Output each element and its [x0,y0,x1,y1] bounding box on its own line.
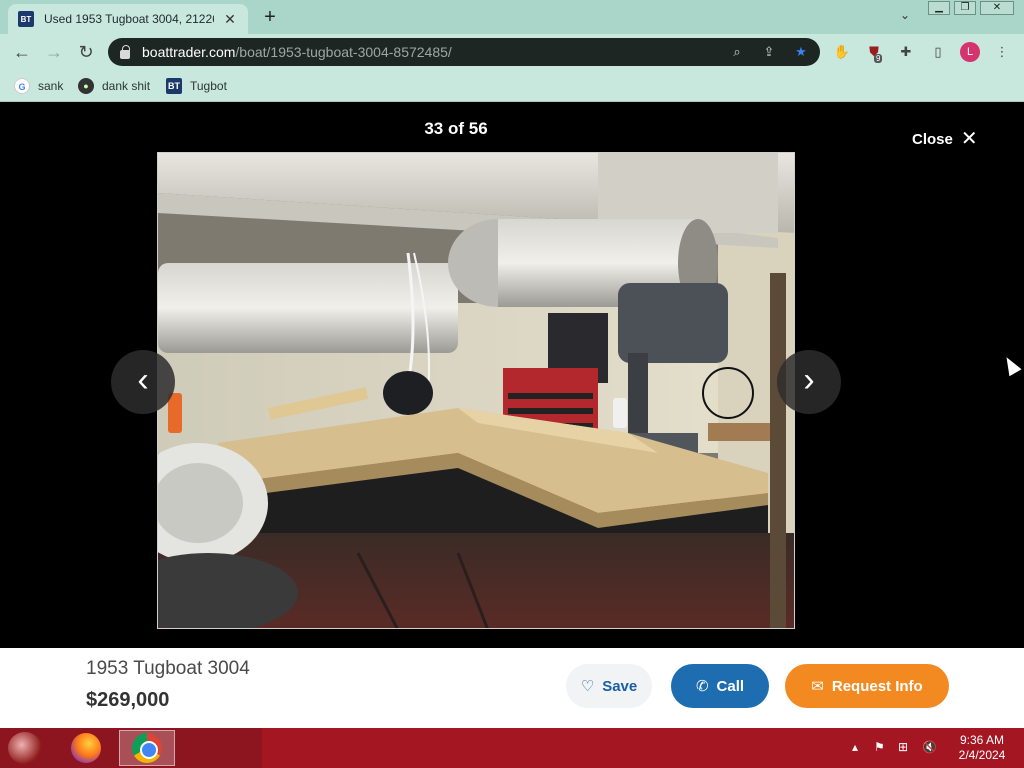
envelope-icon: ✉ [811,678,824,695]
extension-icon[interactable]: ✋ [832,42,852,62]
clock-date: 2/4/2024 [958,748,1006,762]
bookmark-star-icon[interactable]: ★ [792,43,810,61]
reload-button[interactable]: ↻ [74,40,98,64]
forward-button[interactable]: → [42,40,66,64]
volume-muted-icon[interactable]: 🔇 [922,740,937,754]
lock-icon[interactable] [120,44,130,59]
back-button[interactable]: ← [10,40,34,64]
bt-icon: BT [166,78,182,94]
phone-icon: ✆ [695,678,709,695]
tab-search-chevron-icon[interactable]: ⌄ [896,8,914,26]
windows-taskbar: ▴ ⚑ ⊞ 🔇 9:36 AM 2/4/2024 [0,728,1024,768]
previous-photo-button[interactable]: ‹ [111,350,175,414]
profile-avatar[interactable]: L [960,42,980,62]
workshop-photo-illustration [158,153,794,628]
call-button[interactable]: ✆ Call [671,664,769,708]
bookmark-tugbot[interactable]: BT Tugbot [166,76,227,96]
chrome-icon [132,733,162,763]
minimize-button[interactable]: ▁ [928,1,950,15]
restore-button[interactable]: ❐ [954,1,976,15]
google-icon: G [14,78,30,94]
taskbar-clock[interactable]: 9:36 AM 2/4/2024 [948,733,1016,763]
request-info-button[interactable]: ✉ Request Info [785,664,949,708]
gallery-close-button[interactable]: Close ✕ [912,128,978,150]
firefox-icon [71,733,101,763]
heart-icon: ♡ [580,678,595,695]
url-text: boattrader.com/boat/1953-tugboat-3004-85… [142,44,452,60]
address-bar[interactable]: boattrader.com/boat/1953-tugboat-3004-85… [108,38,820,66]
tray-expand-icon[interactable]: ▴ [852,740,858,754]
new-tab-button[interactable]: + [258,6,282,28]
boattrader-favicon-icon: BT [18,11,34,27]
tab-title: Used 1953 Tugboat 3004, 21226 [44,12,214,26]
mouse-cursor-icon [1000,353,1022,377]
share-icon[interactable]: ⇪ [760,43,778,61]
browser-tab[interactable]: BT Used 1953 Tugboat 3004, 21226 ✕ [8,4,248,34]
tab-close-icon[interactable]: ✕ [222,11,238,28]
bookmarks-bar: G sank ● dank shit BT Tugbot [0,70,1024,102]
boat-price: $269,000 [86,689,170,711]
start-button[interactable] [8,732,42,764]
close-icon: ✕ [960,128,978,150]
photo-gallery-overlay: 33 of 56 Close ✕ ‹ › [0,102,1024,648]
bookmark-sank[interactable]: G sank [14,76,63,96]
extension-badge: 9 [874,54,883,63]
browser-toolbar: ← → ↻ boattrader.com/boat/1953-tugboat-3… [0,34,1024,70]
dank-icon: ● [78,78,94,94]
boat-title: 1953 Tugboat 3004 [86,658,250,679]
clock-time: 9:36 AM [959,733,1005,747]
browser-titlebar: BT Used 1953 Tugboat 3004, 21226 ✕ + ⌄ ▁… [0,0,1024,34]
next-photo-button[interactable]: › [777,350,841,414]
gallery-photo [157,152,795,629]
network-icon[interactable]: ⊞ [898,740,908,754]
side-panel-icon[interactable]: ▯ [928,42,948,62]
puzzle-extensions-icon[interactable]: ✚ [896,42,916,62]
photo-counter: 33 of 56 [424,119,488,138]
save-button[interactable]: ♡ Save [566,664,652,708]
action-center-flag-icon[interactable]: ⚑ [874,740,885,754]
taskbar-firefox[interactable] [58,730,114,766]
menu-kebab-icon[interactable]: ⋮ [992,42,1012,62]
listing-bar: 1953 Tugboat 3004 $269,000 ♡ Save ✆ Call… [0,648,1024,728]
search-icon[interactable]: ⌕ [728,43,746,61]
bookmark-dank[interactable]: ● dank shit [78,76,150,96]
taskbar-chrome[interactable] [119,730,175,766]
window-close-button[interactable]: ✕ [980,1,1014,15]
